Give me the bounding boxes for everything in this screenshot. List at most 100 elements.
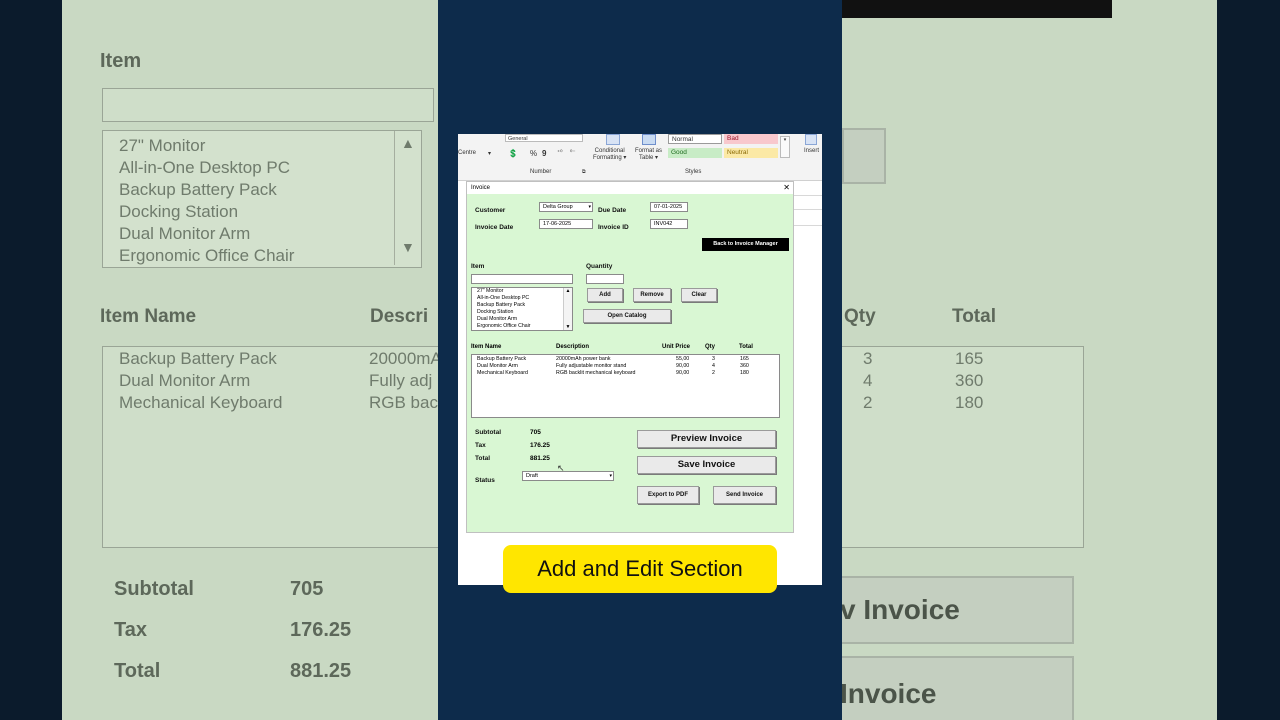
item-name-header: Item Name	[471, 344, 502, 350]
number-group-label: Number	[530, 169, 552, 175]
insert-button[interactable]: Insert	[804, 148, 819, 154]
dialog-title: Invoice	[471, 185, 491, 191]
styles-group-label: Styles	[685, 169, 702, 175]
send-invoice-button[interactable]: Send Invoice	[713, 486, 776, 504]
bg-catalog-item: 27" Monitor	[119, 136, 206, 155]
add-button[interactable]: Add	[587, 288, 623, 302]
line-description: RGB backlit mechanical keyboard	[556, 370, 636, 376]
save-invoice-button[interactable]: Save Invoice	[637, 456, 776, 474]
customer-dropdown[interactable]: Delta Group ▾	[539, 202, 593, 212]
invoice-dialog: Invoice ✕ Customer Delta Group ▾ Due Date…	[466, 181, 794, 533]
bg-scrollbar: ▲ ▼	[394, 131, 421, 265]
total-header: Total	[739, 344, 753, 350]
conditional-label: Conditional	[594, 148, 625, 154]
clear-button[interactable]: Clear	[681, 288, 717, 302]
catalog-item[interactable]: Docking Station	[472, 309, 572, 316]
close-icon[interactable]: ✕	[783, 182, 790, 194]
styles-scroll-icon[interactable]: ▾	[780, 136, 790, 158]
catalog-item[interactable]: Backup Battery Pack	[472, 302, 572, 309]
conditional-formatting-icon[interactable]	[606, 134, 620, 145]
bg-back-button-fragment	[842, 0, 1112, 18]
customer-label: Customer	[475, 207, 506, 214]
catalog-item[interactable]: Dual Monitor Arm	[472, 316, 572, 323]
bg-preview-button: v Invoice	[842, 576, 1074, 644]
comma-style-icon[interactable]: 9	[542, 149, 546, 158]
back-to-invoice-manager-button[interactable]: Back to Invoice Manager	[702, 238, 789, 251]
merge-centre-label[interactable]: Centre	[458, 150, 476, 156]
percent-icon[interactable]: %	[530, 149, 537, 158]
table-label: Table	[638, 155, 654, 161]
style-normal[interactable]: Normal	[668, 134, 722, 144]
scroll-down-icon[interactable]: ▼	[564, 324, 572, 330]
dialog-launcher-icon[interactable]: ⧉	[582, 169, 586, 175]
decrease-decimal-icon[interactable]: ⁰⁻	[570, 149, 576, 156]
open-catalog-button[interactable]: Open Catalog	[583, 309, 671, 323]
unit-price-header: Unit Price	[662, 344, 691, 350]
catalog-item[interactable]: 27" Monitor	[472, 288, 572, 295]
catalog-item[interactable]: Ergonomic Office Chair	[472, 323, 572, 330]
currency-icon[interactable]: 💲	[508, 149, 518, 158]
invoice-date-field[interactable]: 17-06-2025	[539, 219, 593, 229]
preview-invoice-button[interactable]: Preview Invoice	[637, 430, 776, 448]
bg-subtotal-label: Subtotal	[114, 578, 194, 600]
format-as-table-icon[interactable]	[642, 134, 656, 145]
line-unit-price: 55,00	[676, 356, 690, 362]
scroll-up-icon[interactable]: ▲	[564, 288, 572, 294]
status-dropdown[interactable]: Draft ▾	[522, 471, 614, 481]
increase-decimal-icon[interactable]: ⁺⁰	[557, 149, 563, 156]
chevron-down-icon[interactable]: ▾	[609, 472, 612, 480]
style-good[interactable]: Good	[668, 148, 722, 158]
catalog-scrollbar[interactable]: ▲ ▼	[563, 288, 572, 330]
bg-tax-label: Tax	[114, 619, 147, 641]
line-qty: 4	[712, 363, 715, 369]
bg-line-qty: 2	[863, 393, 873, 412]
bg-qty-header: Qty	[844, 306, 876, 327]
due-date-field[interactable]: 07-01-2025	[650, 202, 688, 212]
tax-label: Tax	[475, 442, 486, 449]
invoice-lines-list[interactable]: Backup Battery Pack 20000mAh power bank …	[471, 354, 780, 418]
bg-item-label: Item	[100, 50, 142, 72]
chevron-down-icon[interactable]: ▾	[588, 203, 591, 211]
export-pdf-button[interactable]: Export to PDF	[637, 486, 699, 504]
table-row[interactable]: Dual Monitor Arm Fully adjustable monito…	[472, 363, 779, 370]
background-right-panel: Qty Total 3 165 4 360 2 180 v Invoice In…	[842, 0, 1217, 720]
invoice-date-label: Invoice Date	[475, 224, 514, 231]
bg-item-name-header: Item Name	[100, 306, 197, 327]
quantity-label: Quantity	[586, 263, 613, 270]
line-total: 165	[740, 356, 749, 362]
bg-line-total: 180	[955, 393, 984, 412]
tax-value: 176.25	[530, 442, 550, 449]
line-total: 360	[740, 363, 749, 369]
insert-cells-icon[interactable]	[805, 134, 817, 145]
line-unit-price: 90,00	[676, 370, 690, 376]
bg-save-button: Invoice	[842, 656, 1074, 720]
bg-total-value: 881.25	[290, 660, 352, 682]
gridline	[794, 209, 822, 210]
gridline	[794, 195, 822, 196]
invoice-id-field[interactable]: INV042	[650, 219, 688, 229]
conditional-formatting-button[interactable]: Conditional Formatting ▾	[593, 148, 626, 162]
chevron-down-icon[interactable]: ▾	[488, 150, 491, 157]
line-qty: 3	[712, 356, 715, 362]
bg-catalog-item: Dual Monitor Arm	[119, 224, 251, 243]
bg-line-qty: 4	[863, 371, 873, 390]
item-label: Item	[471, 263, 485, 270]
total-label: Total	[475, 455, 491, 462]
quantity-input[interactable]	[586, 274, 624, 284]
dialog-titlebar: Invoice ✕	[467, 182, 793, 194]
item-input[interactable]	[471, 274, 573, 284]
remove-button[interactable]: Remove	[633, 288, 671, 302]
table-row[interactable]: Backup Battery Pack 20000mAh power bank …	[472, 356, 779, 363]
bg-item-input	[102, 88, 434, 122]
subtotal-value: 705	[530, 429, 541, 436]
style-bad[interactable]: Bad	[724, 134, 778, 144]
excel-screen: Centre ▾ General 💲 % 9 ⁺⁰ ⁰⁻ Number ⧉ Co…	[458, 134, 822, 585]
catalog-item[interactable]: All-in-One Desktop PC	[472, 295, 572, 302]
background-left-zoom: Item 27" Monitor All-in-One Desktop PC B…	[0, 0, 438, 720]
table-row[interactable]: Mechanical Keyboard RGB backlit mechanic…	[472, 370, 779, 377]
style-neutral[interactable]: Neutral	[724, 148, 778, 158]
format-as-table-button[interactable]: Format as Table ▾	[635, 148, 662, 162]
catalog-listbox[interactable]: 27" Monitor All-in-One Desktop PC Backup…	[471, 287, 573, 331]
line-unit-price: 90,00	[676, 363, 690, 369]
number-format-dropdown[interactable]: General	[505, 134, 583, 142]
